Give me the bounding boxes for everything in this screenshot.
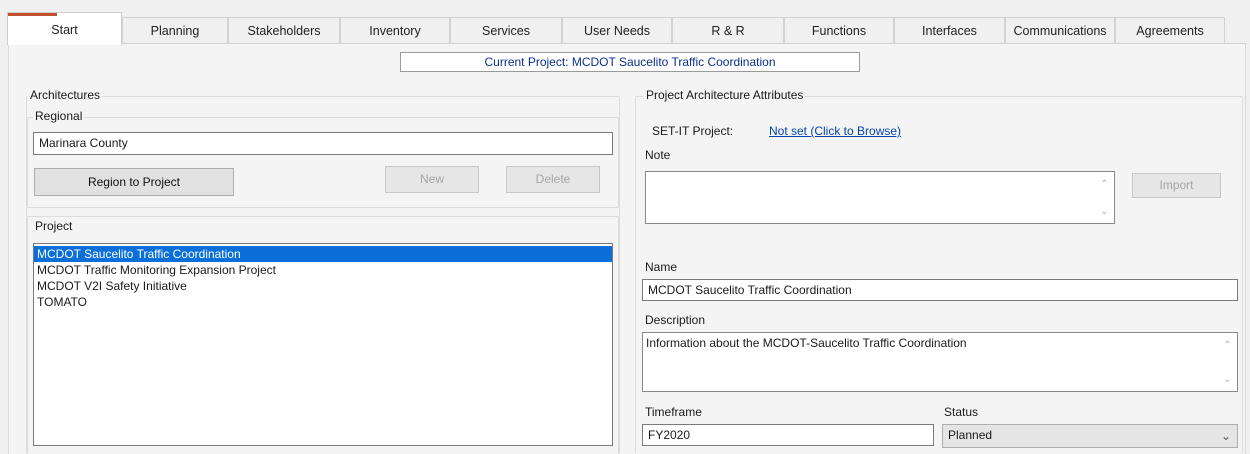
architectures-title: Architectures xyxy=(28,88,103,102)
timeframe-input[interactable]: FY2020 xyxy=(642,424,934,446)
project-title: Project xyxy=(33,219,75,233)
project-listbox[interactable]: MCDOT Saucelito Traffic Coordination MCD… xyxy=(33,243,613,446)
tab-user-needs[interactable]: User Needs xyxy=(562,17,672,44)
description-label: Description xyxy=(645,313,706,327)
description-scrollbar[interactable]: ⌃ ⌄ xyxy=(1219,334,1236,390)
status-select[interactable]: Planned ⌄ xyxy=(942,424,1238,448)
project-list-item[interactable]: MCDOT V2I Safety Initiative xyxy=(34,278,612,294)
description-textarea[interactable]: Information about the MCDOT-Saucelito Tr… xyxy=(642,332,1238,392)
tab-strip: Start Planning Stakeholders Inventory Se… xyxy=(7,12,1247,45)
project-list-item[interactable]: MCDOT Saucelito Traffic Coordination xyxy=(34,246,612,262)
tab-interfaces[interactable]: Interfaces xyxy=(894,17,1005,44)
attributes-title: Project Architecture Attributes xyxy=(644,88,806,102)
tab-inventory[interactable]: Inventory xyxy=(340,17,450,44)
name-input[interactable]: MCDOT Saucelito Traffic Coordination xyxy=(642,279,1238,301)
project-list-item[interactable]: MCDOT Traffic Monitoring Expansion Proje… xyxy=(34,262,612,278)
chevron-down-icon[interactable]: ⌄ xyxy=(1096,206,1113,218)
attributes-group xyxy=(635,96,1243,454)
chevron-down-icon[interactable]: ⌄ xyxy=(1221,426,1231,446)
status-label: Status xyxy=(944,405,979,419)
setit-browse-link[interactable]: Not set (Click to Browse) xyxy=(769,124,901,138)
status-value: Planned xyxy=(948,428,993,442)
regional-title: Regional xyxy=(33,109,85,123)
tab-r-and-r[interactable]: R & R xyxy=(672,17,784,44)
tab-accent xyxy=(8,13,57,16)
chevron-up-icon[interactable]: ⌃ xyxy=(1096,179,1113,191)
timeframe-label: Timeframe xyxy=(645,405,702,419)
tab-label: Start xyxy=(51,23,78,37)
project-list-item[interactable]: TOMATO xyxy=(34,294,612,310)
name-label: Name xyxy=(645,260,678,274)
description-text: Information about the MCDOT-Saucelito Tr… xyxy=(646,336,967,350)
chevron-up-icon[interactable]: ⌃ xyxy=(1219,340,1236,352)
import-button[interactable]: Import xyxy=(1132,173,1221,198)
tab-functions[interactable]: Functions xyxy=(784,17,894,44)
region-input[interactable]: Marinara County xyxy=(33,132,613,155)
tab-start[interactable]: Start xyxy=(7,12,122,45)
tab-communications[interactable]: Communications xyxy=(1005,17,1115,44)
setit-label: SET-IT Project: xyxy=(652,124,734,138)
tab-agreements[interactable]: Agreements xyxy=(1115,17,1225,44)
tab-planning[interactable]: Planning xyxy=(122,17,228,44)
note-textarea[interactable]: ⌃ ⌄ xyxy=(645,171,1115,224)
new-button[interactable]: New xyxy=(385,166,479,193)
delete-button[interactable]: Delete xyxy=(506,166,600,193)
chevron-down-icon[interactable]: ⌄ xyxy=(1219,374,1236,386)
region-to-project-button[interactable]: Region to Project xyxy=(34,168,234,196)
tab-services[interactable]: Services xyxy=(450,17,562,44)
note-label: Note xyxy=(645,148,671,162)
current-project-banner: Current Project: MCDOT Saucelito Traffic… xyxy=(400,52,860,72)
note-scrollbar[interactable]: ⌃ ⌄ xyxy=(1096,173,1113,222)
tab-stakeholders[interactable]: Stakeholders xyxy=(228,17,340,44)
